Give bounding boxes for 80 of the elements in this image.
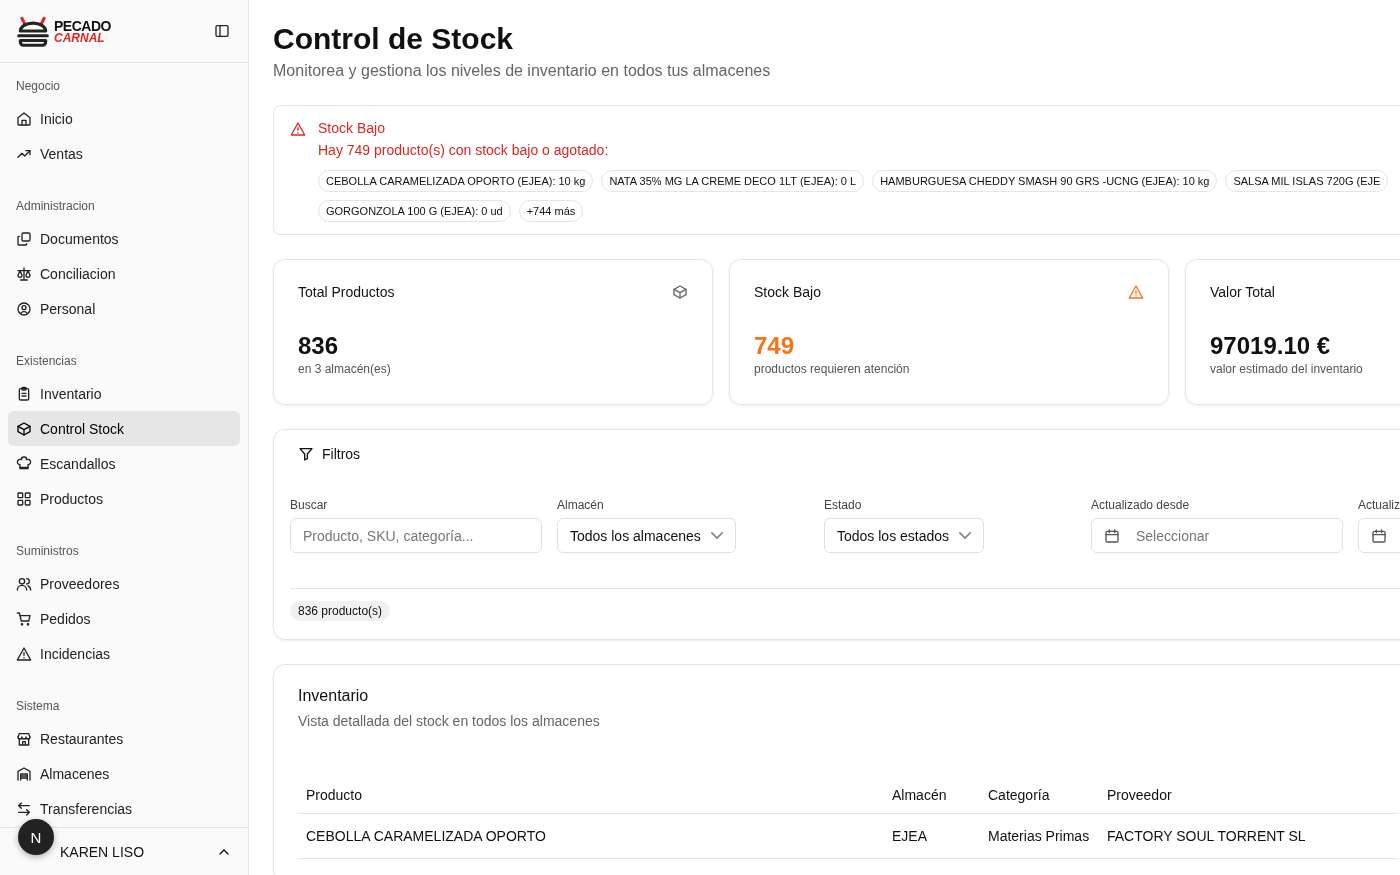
column-header: Proveedor [1099,777,1398,814]
sidebar-item[interactable]: Productos [8,481,240,516]
home-icon [16,110,32,127]
section-label: Negocio [15,78,62,95]
sidebar-item[interactable]: Incidencias [8,636,240,671]
stat-caption: en 3 almacén(es) [298,362,392,376]
sidebar-item[interactable]: Documentos [8,221,240,256]
section-label: Suministros [15,543,80,560]
stat-caption: productos requieren atención [754,362,911,376]
swap-icon [16,800,32,817]
stat-title: Stock Bajo [754,284,821,300]
field-label: Almacén [557,498,604,512]
table-cell: CEBOLLA CARAMELIZADA OPORTO [298,813,884,859]
logo-text: PECADO [54,17,111,33]
column-header: Producto [298,777,884,814]
dropdown[interactable]: Todos los estados [824,518,985,553]
stat-value: 749 [754,332,796,360]
warning-icon [290,121,306,137]
chevron-down-icon [959,532,972,539]
scale-icon [16,265,32,282]
field-label: Actualizado desde [1091,498,1190,512]
documents-icon [16,230,32,247]
logo-text: CARNAL [54,32,106,44]
filter-icon [298,446,314,462]
box-icon [672,284,688,300]
user-name: KAREN LISO [60,843,145,860]
users-icon [16,575,32,592]
field-label: Estado [824,498,862,512]
page-title: Control de Stock [273,22,514,56]
field-label: Buscar [290,498,328,512]
section-label: Existencias [15,353,78,370]
sidebar-item[interactable]: Control Stock [8,411,240,446]
grid-icon [16,490,32,507]
date-field[interactable]: Seleccionar [1091,518,1343,553]
sidebar-item[interactable]: Pedidos [8,601,240,636]
column-header: Almacén [884,777,980,814]
chevron-down-icon [710,532,723,539]
sidebar-item[interactable]: Conciliacion [8,256,240,291]
page-subtitle: Monitorea y gestiona los niveles de inventario en todos tus almacenes [273,62,772,80]
chef-hat-icon [16,455,32,472]
sidebar-item[interactable]: Proveedores [8,566,240,601]
calendar-icon [1104,527,1120,544]
sidebar-item[interactable]: Personal [8,291,240,326]
user-circle-icon [16,300,32,317]
sidebar-item[interactable]: Ventas [8,136,240,171]
warning-icon [16,645,32,662]
sidebar-item[interactable]: Almacenes [8,756,240,791]
warning-icon [1128,284,1144,300]
table-cell: FACTORY SOUL TORRENT SL [1099,813,1398,859]
calendar-icon [1371,527,1387,544]
search-field[interactable]: Producto, SKU, categoría... [290,518,542,553]
box-icon [16,420,32,437]
section-title: Inventario [298,687,370,705]
stat-value: 836 [298,332,340,360]
stat-title: Valor Total [1210,284,1275,300]
sidebar-item[interactable]: Inicio [8,101,240,136]
table-cell: EJEA [884,813,980,859]
section-subtitle: Vista detallada del stock en todos los almacenes [298,713,601,729]
table-cell: Materias Primas [980,813,1099,859]
stat-value: 97019.10 € [1210,332,1332,360]
field-label: Actualiz [1358,498,1400,512]
alert-title: Stock Bajo [318,120,386,136]
clipboard-icon [16,385,32,402]
sidebar-item[interactable]: Escandallos [8,446,240,481]
cart-icon [16,610,32,627]
stat-title: Total Productos [298,284,395,300]
avatar[interactable]: N [18,819,54,855]
sidebar-icon [214,23,230,39]
store-icon [16,730,32,747]
column-header: Categoría [980,777,1099,814]
filters-title: Filtros [322,446,361,462]
alert-message: Hay 749 producto(s) con stock bajo o agotado: [318,142,610,158]
sidebar-item[interactable]: Restaurantes [8,721,240,756]
stat-caption: valor estimado del inventario [1210,362,1364,376]
result-count: 836 producto(s) [290,601,391,621]
sidebar-item[interactable]: Inventario [8,376,240,411]
section-label: Sistema [15,698,61,715]
dropdown[interactable]: Todos los almacenes [557,518,736,553]
warehouse-icon [16,765,32,782]
section-label: Administracion [15,198,96,215]
